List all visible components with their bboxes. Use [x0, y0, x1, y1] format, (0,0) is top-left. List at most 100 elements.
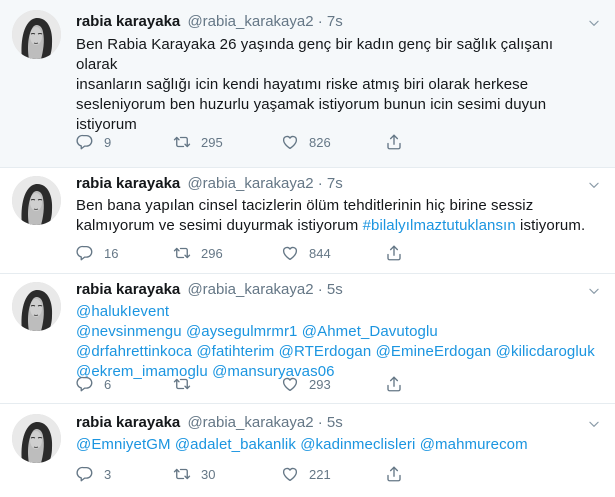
timestamp[interactable]: 7s — [327, 13, 343, 30]
separator-dot: · — [317, 414, 323, 431]
retweet-count: 295 — [201, 134, 223, 150]
mention-link[interactable]: @halukIevent — [76, 303, 169, 320]
text-segment: kalmıyorum ve sesimi duyurmak istiyorum — [76, 217, 363, 234]
user-handle[interactable]: @rabia_karakaya2 — [187, 281, 313, 298]
retweet-icon — [173, 244, 191, 262]
share-icon — [385, 465, 403, 483]
retweet-button[interactable] — [173, 374, 201, 394]
user-name[interactable]: rabia karayaka — [76, 281, 180, 298]
reply-button[interactable]: 6 — [76, 374, 111, 394]
share-button[interactable] — [385, 243, 403, 263]
mention-link[interactable]: @EmineErdogan — [376, 343, 492, 360]
user-handle[interactable]: @rabia_karakaya2 — [187, 414, 313, 431]
retweet-button[interactable]: 295 — [173, 132, 223, 152]
text-line: @drfahrettinkoca @fatihterim @RTErdogan … — [76, 342, 595, 362]
timestamp[interactable]: 5s — [327, 414, 343, 431]
tweet[interactable]: rabia karayaka @rabia_karakaya2 · 7s Ben… — [0, 0, 615, 168]
share-icon — [385, 133, 403, 151]
heart-icon — [281, 375, 299, 393]
avatar[interactable] — [12, 282, 61, 331]
share-button[interactable] — [385, 374, 403, 394]
mention-link[interactable]: @drfahrettinkoca — [76, 343, 192, 360]
reply-count: 9 — [104, 134, 112, 150]
avatar[interactable] — [12, 414, 61, 463]
retweet-icon — [173, 375, 191, 393]
tweet-actions: 6 293 — [76, 374, 496, 394]
text-line: insanların sağlığı icin kendi hayatımı r… — [76, 76, 529, 93]
retweet-icon — [173, 465, 191, 483]
reply-button[interactable]: 9 — [76, 132, 111, 152]
like-count: 293 — [309, 376, 331, 392]
separator-dot: · — [317, 13, 323, 30]
tweet[interactable]: rabia karayaka @rabia_karakaya2 · 7s Ben… — [0, 168, 615, 274]
tweet-actions: 16 296 844 — [76, 243, 496, 263]
reply-button[interactable]: 3 — [76, 464, 111, 484]
retweet-button[interactable]: 296 — [173, 243, 223, 263]
share-icon — [385, 375, 403, 393]
user-name[interactable]: rabia karayaka — [76, 414, 180, 431]
reply-icon — [76, 375, 94, 393]
like-button[interactable]: 221 — [281, 464, 331, 484]
mention-link[interactable]: @adalet_bakanlik — [175, 436, 296, 453]
like-button[interactable]: 826 — [281, 132, 331, 152]
chevron-down-icon[interactable] — [587, 16, 601, 30]
chevron-down-icon[interactable] — [587, 284, 601, 298]
mention-link[interactable]: @RTErdogan — [279, 343, 372, 360]
like-button[interactable]: 293 — [281, 374, 331, 394]
text-line: @EmniyetGM @adalet_bakanlik @kadinmeclis… — [76, 435, 595, 455]
share-icon — [385, 244, 403, 262]
like-button[interactable]: 844 — [281, 243, 331, 263]
chevron-down-icon[interactable] — [587, 417, 601, 431]
reply-count: 16 — [104, 245, 119, 261]
text-line: @nevsinmengu @aysegulmrmr1 @Ahmet_Davuto… — [76, 322, 595, 342]
tweet-text: Ben bana yapılan cinsel tacizlerin ölüm … — [76, 196, 595, 236]
text-line: Ben bana yapılan cinsel tacizlerin ölüm … — [76, 197, 534, 214]
heart-icon — [281, 465, 299, 483]
tweet-text: @halukIevent @nevsinmengu @aysegulmrmr1 … — [76, 302, 595, 382]
reply-icon — [76, 244, 94, 262]
retweet-count: 296 — [201, 245, 223, 261]
mention-link[interactable]: @kilicdarogluk — [496, 343, 595, 360]
mention-link[interactable]: @aysegulmrmr1 — [186, 323, 298, 340]
tweet[interactable]: rabia karayaka @rabia_karakaya2 · 5s @ha… — [0, 274, 615, 404]
tweet-actions: 9 295 826 — [76, 132, 496, 152]
heart-icon — [281, 244, 299, 262]
tweet-header: rabia karayaka @rabia_karakaya2 · 5s — [76, 280, 343, 300]
tweet-header: rabia karayaka @rabia_karakaya2 · 7s — [76, 174, 343, 194]
separator-dot: · — [317, 175, 323, 192]
mention-link[interactable]: @mahmurecom — [420, 436, 528, 453]
reply-button[interactable]: 16 — [76, 243, 118, 263]
retweet-count: 30 — [201, 466, 216, 482]
retweet-button[interactable]: 30 — [173, 464, 215, 484]
tweet[interactable]: rabia karayaka @rabia_karakaya2 · 5s @Em… — [0, 404, 615, 497]
reply-count: 6 — [104, 376, 112, 392]
user-handle[interactable]: @rabia_karakaya2 — [187, 13, 313, 30]
user-handle[interactable]: @rabia_karakaya2 — [187, 175, 313, 192]
avatar[interactable] — [12, 176, 61, 225]
share-button[interactable] — [385, 132, 403, 152]
text-line: @halukIevent — [76, 302, 595, 322]
share-button[interactable] — [385, 464, 403, 484]
tweet-text: @EmniyetGM @adalet_bakanlik @kadinmeclis… — [76, 435, 595, 455]
mention-link[interactable]: @EmniyetGM — [76, 436, 171, 453]
hashtag-link[interactable]: #bilalyılmaztutuklansın — [363, 217, 516, 234]
like-count: 221 — [309, 466, 331, 482]
like-count: 826 — [309, 134, 331, 150]
tweet-feed: rabia karayaka @rabia_karakaya2 · 7s Ben… — [0, 0, 615, 497]
mention-link[interactable]: @kadinmeclisleri — [300, 436, 415, 453]
avatar[interactable] — [12, 10, 61, 59]
text-line: sesleniyorum ben huzurlu yaşamak istiyor… — [76, 96, 547, 113]
user-name[interactable]: rabia karayaka — [76, 175, 180, 192]
text-segment: istiyorum. — [515, 217, 586, 234]
text-line: Ben Rabia Karayaka 26 yaşında genç bir k… — [76, 36, 554, 73]
timestamp[interactable]: 7s — [327, 175, 343, 192]
tweet-actions: 3 30 221 — [76, 464, 496, 484]
mention-link[interactable]: @Ahmet_Davutoglu — [302, 323, 438, 340]
mention-link[interactable]: @fatihterim — [196, 343, 274, 360]
chevron-down-icon[interactable] — [587, 178, 601, 192]
user-name[interactable]: rabia karayaka — [76, 13, 180, 30]
tweet-header: rabia karayaka @rabia_karakaya2 · 7s — [76, 12, 343, 32]
tweet-header: rabia karayaka @rabia_karakaya2 · 5s — [76, 413, 343, 433]
timestamp[interactable]: 5s — [327, 281, 343, 298]
mention-link[interactable]: @nevsinmengu — [76, 323, 182, 340]
